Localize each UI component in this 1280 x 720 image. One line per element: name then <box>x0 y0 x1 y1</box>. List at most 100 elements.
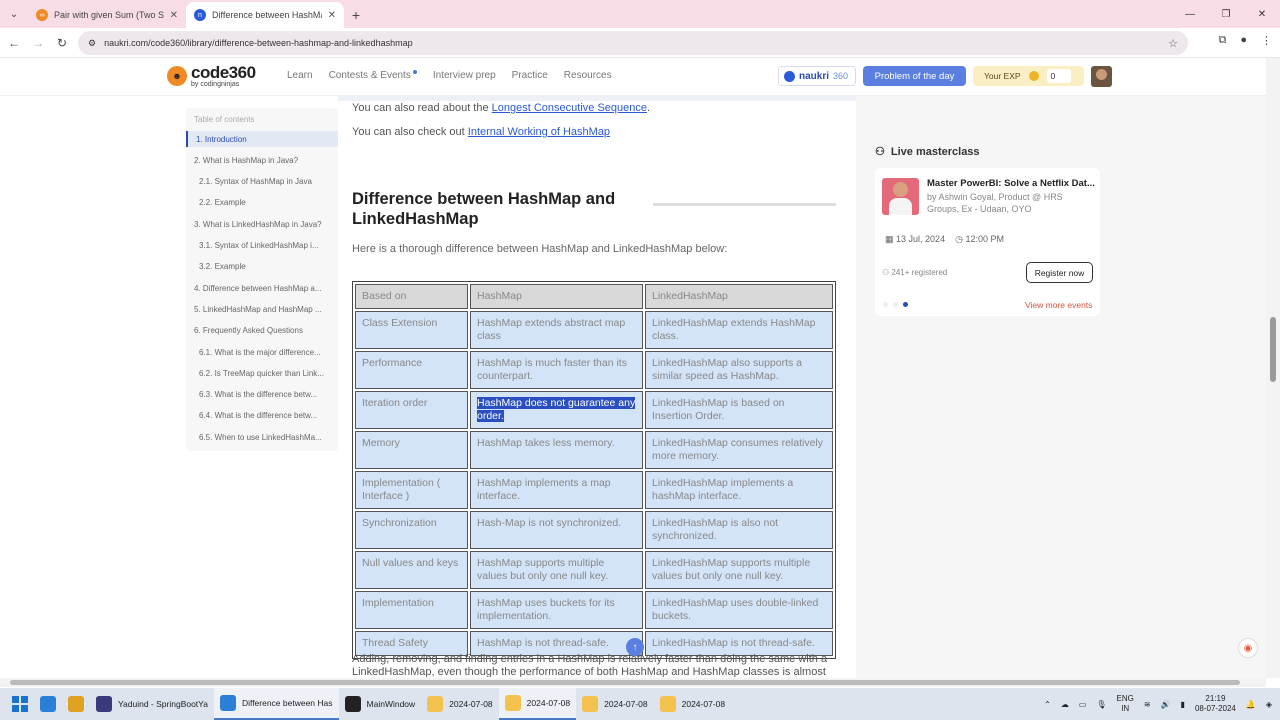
naukri360-badge[interactable]: naukri 360 <box>778 66 856 86</box>
toc-item[interactable]: 4. Difference between HashMap a... <box>186 280 338 296</box>
mic-icon[interactable]: 🎙 <box>1096 700 1106 709</box>
restore-icon[interactable]: ❐ <box>1208 0 1244 28</box>
clock[interactable]: 21:19 08-07-2024 <box>1195 694 1236 714</box>
toc-item[interactable]: 2. What is HashMap in Java? <box>186 152 338 168</box>
table-row: Performance HashMap is much faster than i… <box>355 351 833 389</box>
taskbar-item-label: MainWindow <box>366 699 416 709</box>
profile-icon[interactable]: ● <box>1240 34 1247 47</box>
app-icon <box>344 696 361 712</box>
toc-item[interactable]: 6.1. What is the major difference... <box>186 344 338 360</box>
browser-tab-two-sum[interactable]: ∞ Pair with given Sum (Two Sum) ✕ <box>28 2 186 28</box>
battery-status-icon[interactable]: ▮ <box>1181 700 1185 709</box>
toc-item[interactable]: 3.2. Example <box>186 259 338 275</box>
new-tab-button[interactable]: + <box>344 2 368 28</box>
table-row: Null values and keys HashMap supports mul… <box>355 551 833 589</box>
tray-chevron-icon[interactable]: ⌃ <box>1044 700 1051 709</box>
close-tab-icon[interactable]: ✕ <box>170 10 178 21</box>
close-tab-icon[interactable]: ✕ <box>328 10 336 21</box>
table-cell-text: Performance <box>362 357 423 369</box>
toc-item[interactable]: 6.5. When to use LinkedHashMa... <box>186 429 338 445</box>
horizontal-scrollbar[interactable] <box>0 678 1266 687</box>
browser-menu-icon[interactable]: ⋮ <box>1261 34 1272 47</box>
table-cell-text: LinkedHashMap is based on Insertion Orde… <box>652 397 785 422</box>
forward-icon[interactable]: → <box>26 36 50 50</box>
table-cell-text: LinkedHashMap supports multiple values b… <box>652 557 811 582</box>
intro-text: Here is a thorough difference between Ha… <box>352 243 728 255</box>
taskbar-item[interactable]: MainWindow <box>339 688 422 720</box>
nav-interview-prep[interactable]: Interview prep <box>433 70 496 81</box>
toc-item[interactable]: 3.1. Syntax of LinkedHashMap i... <box>186 238 338 254</box>
url-field[interactable]: ⚙ naukri.com/code360/library/difference-… <box>78 31 1188 55</box>
taskbar-item[interactable] <box>34 688 62 720</box>
heading-divider <box>653 203 836 206</box>
carousel-dot[interactable] <box>893 302 898 307</box>
reload-icon[interactable]: ↻ <box>50 36 74 50</box>
toc-item[interactable]: 2.1. Syntax of HashMap in Java <box>186 174 338 190</box>
toc-item[interactable]: 3. What is LinkedHashMap in Java? <box>186 216 338 232</box>
taskbar-item[interactable]: 2024-07-08 <box>421 688 498 720</box>
event-title[interactable]: Master PowerBI: Solve a Netflix Dat... <box>927 178 1095 189</box>
volume-icon[interactable]: 🔊 <box>1161 700 1171 709</box>
read-also-paragraph: You can also read about the Longest Cons… <box>352 102 650 114</box>
onedrive-icon[interactable]: ☁ <box>1061 700 1069 709</box>
taskbar-item[interactable]: Yaduind - SpringBootYa <box>90 688 214 720</box>
table-cell: HashMap uses buckets for its implementat… <box>470 591 643 629</box>
start-button[interactable] <box>0 688 34 720</box>
vertical-scrollbar[interactable] <box>1266 58 1280 678</box>
toc-item[interactable]: 6.3. What is the difference betw... <box>186 387 338 403</box>
view-more-events-link[interactable]: View more events <box>1025 300 1092 310</box>
extensions-icon[interactable]: ⧉ <box>1218 34 1226 47</box>
minimize-icon[interactable]: — <box>1172 0 1208 28</box>
site-info-icon[interactable]: ⚙ <box>88 38 96 49</box>
url-text: naukri.com/code360/library/difference-be… <box>104 38 413 48</box>
taskbar-item[interactable] <box>62 688 90 720</box>
toc-item[interactable]: 6.4. What is the difference betw... <box>186 408 338 424</box>
table-header-cell: Based on <box>355 284 468 309</box>
nav-contests-events[interactable]: Contests & Events <box>329 70 417 81</box>
wifi-icon[interactable]: ≋ <box>1144 700 1151 709</box>
after-table-paragraph: Adding, removing, and finding entries in… <box>352 653 828 677</box>
scroll-to-top-icon[interactable]: ↑ <box>626 638 644 656</box>
table-cell-text: HashMap extends abstract map class <box>477 317 626 342</box>
language-indicator[interactable]: ENG IN <box>1117 694 1134 714</box>
close-window-icon[interactable]: ✕ <box>1244 0 1280 28</box>
internal-working-hashmap-link[interactable]: Internal Working of HashMap <box>468 126 610 138</box>
taskbar-item[interactable]: Difference between Has <box>213 688 339 720</box>
taskbar-item[interactable]: 2024-07-08 <box>498 688 577 720</box>
browser-tab-difference[interactable]: n Difference between HashMap a ✕ <box>186 2 344 28</box>
nav-resources[interactable]: Resources <box>564 70 612 81</box>
toc-item[interactable]: 1. Introduction <box>186 131 338 147</box>
bookmark-star-icon[interactable]: ☆ <box>1168 37 1178 50</box>
ninja-help-icon[interactable]: ◉ <box>1238 638 1258 658</box>
vertical-scroll-thumb[interactable] <box>1270 317 1276 382</box>
new-dot-icon <box>412 70 417 74</box>
carousel-dots <box>883 302 908 307</box>
exp-widget[interactable]: Your EXP 0 <box>973 66 1084 86</box>
horizontal-scroll-thumb[interactable] <box>10 680 1240 685</box>
carousel-dot-active[interactable] <box>903 302 908 307</box>
taskbar-item-label: 2024-07-08 <box>604 699 648 709</box>
toc-item[interactable]: 6.2. Is TreeMap quicker than Link... <box>186 365 338 381</box>
longest-consecutive-sequence-link[interactable]: Longest Consecutive Sequence <box>492 102 647 114</box>
carousel-dot[interactable] <box>883 302 888 307</box>
taskbar-item[interactable]: 2024-07-08 <box>654 688 731 720</box>
taskbar-item[interactable]: 2024-07-08 <box>576 688 653 720</box>
toc-item[interactable]: 2.2. Example <box>186 195 338 211</box>
back-icon[interactable]: ← <box>2 36 26 50</box>
toc-item[interactable]: 6. Frequently Asked Questions <box>186 323 338 339</box>
table-cell: HashMap does not guarantee any order. <box>470 391 643 429</box>
notification-bell-icon[interactable]: 🔔 <box>1246 700 1256 709</box>
nav-learn[interactable]: Learn <box>287 70 313 81</box>
battery-icon[interactable]: ▭ <box>1079 700 1087 709</box>
masterclass-card[interactable]: Master PowerBI: Solve a Netflix Dat... b… <box>875 168 1100 316</box>
copilot-icon[interactable]: ◈ <box>1266 700 1272 709</box>
logo-main-text: code360 <box>191 63 256 82</box>
tab-search-icon[interactable]: ⌄ <box>0 0 28 28</box>
toc-item[interactable]: 5. LinkedHashMap and HashMap ... <box>186 301 338 317</box>
event-date: 13 Jul, 2024 <box>896 234 946 244</box>
user-avatar[interactable] <box>1091 66 1112 87</box>
code360-logo[interactable]: ☻ code360 by codingninjas <box>167 64 256 88</box>
nav-practice[interactable]: Practice <box>512 70 548 81</box>
problem-of-the-day-button[interactable]: Problem of the day <box>863 66 966 86</box>
register-now-button[interactable]: Register now <box>1026 262 1093 283</box>
